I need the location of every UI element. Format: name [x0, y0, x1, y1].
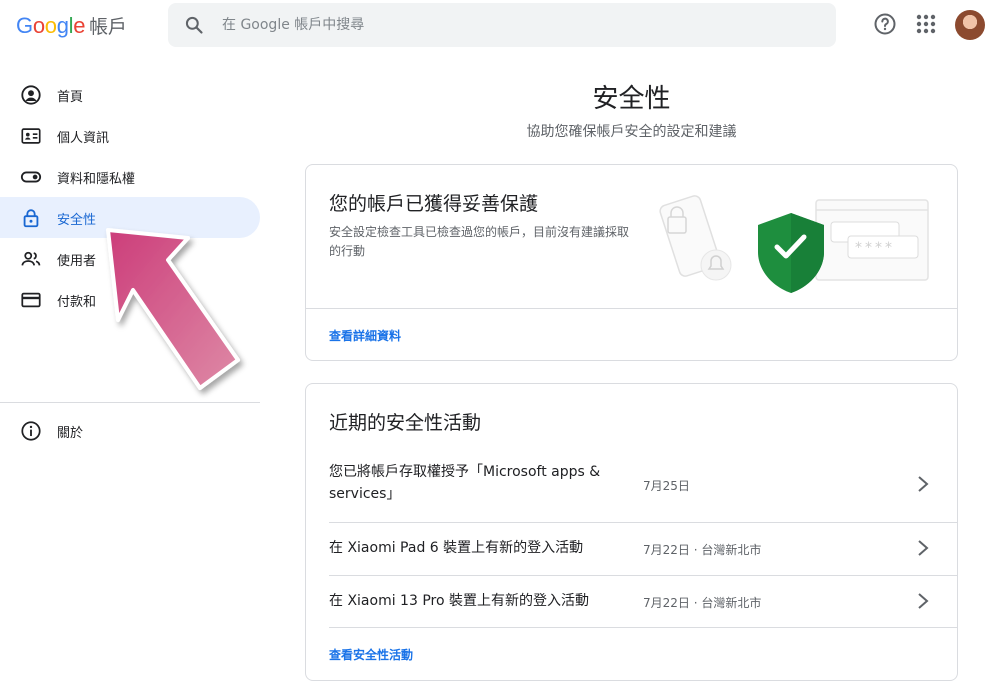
sidebar-item-label: 關於 — [57, 426, 84, 441]
people-icon — [21, 251, 41, 266]
google-account-logo[interactable]: Google 帳戶 — [16, 12, 127, 39]
sidebar-item-personal-info[interactable]: 個人資訊 — [0, 115, 260, 156]
password-mask: **** — [855, 240, 895, 256]
sidebar-item-label: 安全性 — [57, 213, 97, 228]
credit-card-icon — [21, 292, 41, 308]
sidebar-item-label: 使用者 — [57, 254, 97, 269]
top-bar: Google 帳戶 — [0, 0, 1000, 56]
logo-letter: e — [73, 13, 86, 38]
row-divider — [329, 575, 957, 576]
card-divider — [306, 308, 957, 309]
logo-letter: g — [56, 13, 69, 38]
activity-text: 在 Xiaomi 13 Pro 裝置上有新的登入活動 — [329, 593, 589, 609]
sidebar-nav: 首頁 個人資訊 資料和隱私權 安全性 使用者 付款和 關於 — [0, 74, 262, 441]
help-icon[interactable] — [873, 12, 897, 36]
activity-row[interactable]: 在 Xiaomi Pad 6 裝置上有新的登入活動 7月22日 · 台灣新北市 — [329, 537, 934, 559]
activity-row[interactable]: 在 Xiaomi 13 Pro 裝置上有新的登入活動 7月22日 · 台灣新北市 — [329, 590, 934, 612]
recent-security-activity-card: 近期的安全性活動 您已將帳戶存取權授予「Microsoft apps & ser… — [305, 383, 958, 681]
logo-letter: G — [16, 13, 33, 38]
sidebar-item-payments[interactable]: 付款和 — [0, 279, 260, 320]
activity-meta: 7月22日 · 台灣新北市 — [643, 543, 762, 557]
toggle-icon — [20, 171, 42, 183]
id-card-icon — [21, 128, 41, 144]
sidebar-item-label: 付款和 — [57, 295, 97, 310]
shield-check-icon — [758, 213, 824, 293]
search-icon[interactable] — [184, 15, 204, 35]
chevron-right-icon — [918, 540, 929, 556]
info-icon — [21, 421, 41, 441]
sidebar-item-about[interactable]: 關於 — [0, 410, 260, 451]
logo-letter: o — [32, 13, 45, 38]
card-description: 安全設定檢查工具已檢查過您的帳戶，目前沒有建議採取的行動 — [329, 225, 630, 258]
card-title: 近期的安全性活動 — [329, 412, 482, 434]
page-title: 安全性 — [592, 84, 671, 114]
lock-icon — [23, 209, 39, 228]
chevron-right-icon — [918, 476, 929, 492]
home-account-icon — [21, 85, 41, 105]
sidebar-item-people-sharing[interactable]: 使用者 — [0, 238, 260, 279]
sidebar-item-label: 首頁 — [57, 90, 84, 105]
search-bar[interactable] — [168, 3, 836, 47]
activity-meta: 7月25日 — [643, 479, 690, 493]
card-title: 您的帳戶已獲得妥善保護 — [329, 193, 539, 215]
bell-icon — [700, 249, 732, 281]
page-subtitle: 協助您確保帳戶安全的設定和建議 — [526, 124, 737, 140]
sidebar-item-label: 個人資訊 — [57, 131, 110, 146]
security-checkup-illustration: **** — [659, 195, 929, 293]
row-divider — [329, 522, 957, 523]
apps-icon[interactable] — [914, 12, 938, 36]
sidebar-divider — [0, 402, 260, 403]
chevron-right-icon — [918, 593, 929, 609]
logo-letter: o — [44, 13, 57, 38]
account-protection-card: 您的帳戶已獲得妥善保護 安全設定檢查工具已檢查過您的帳戶，目前沒有建議採取的行動… — [305, 164, 958, 361]
search-input[interactable] — [222, 3, 822, 47]
activity-text: 在 Xiaomi Pad 6 裝置上有新的登入活動 — [329, 540, 584, 556]
sidebar-item-label: 資料和隱私權 — [57, 172, 136, 187]
sidebar-item-data-privacy[interactable]: 資料和隱私權 — [0, 156, 260, 197]
activity-text: 您已將帳戶存取權授予「Microsoft apps & services」 — [329, 464, 601, 502]
sidebar-item-home[interactable]: 首頁 — [0, 74, 260, 115]
avatar[interactable] — [955, 10, 985, 40]
activity-meta: 7月22日 · 台灣新北市 — [643, 596, 762, 610]
view-details-link[interactable]: 查看詳細資料 — [329, 327, 401, 344]
password-window-icon: **** — [815, 199, 929, 281]
view-security-activity-link[interactable]: 查看安全性活動 — [329, 646, 413, 663]
sidebar-item-security[interactable]: 安全性 — [0, 197, 260, 238]
activity-row[interactable]: 您已將帳戶存取權授予「Microsoft apps & services」 7月… — [329, 461, 934, 513]
row-divider — [329, 627, 957, 628]
product-name: 帳戶 — [89, 16, 127, 38]
